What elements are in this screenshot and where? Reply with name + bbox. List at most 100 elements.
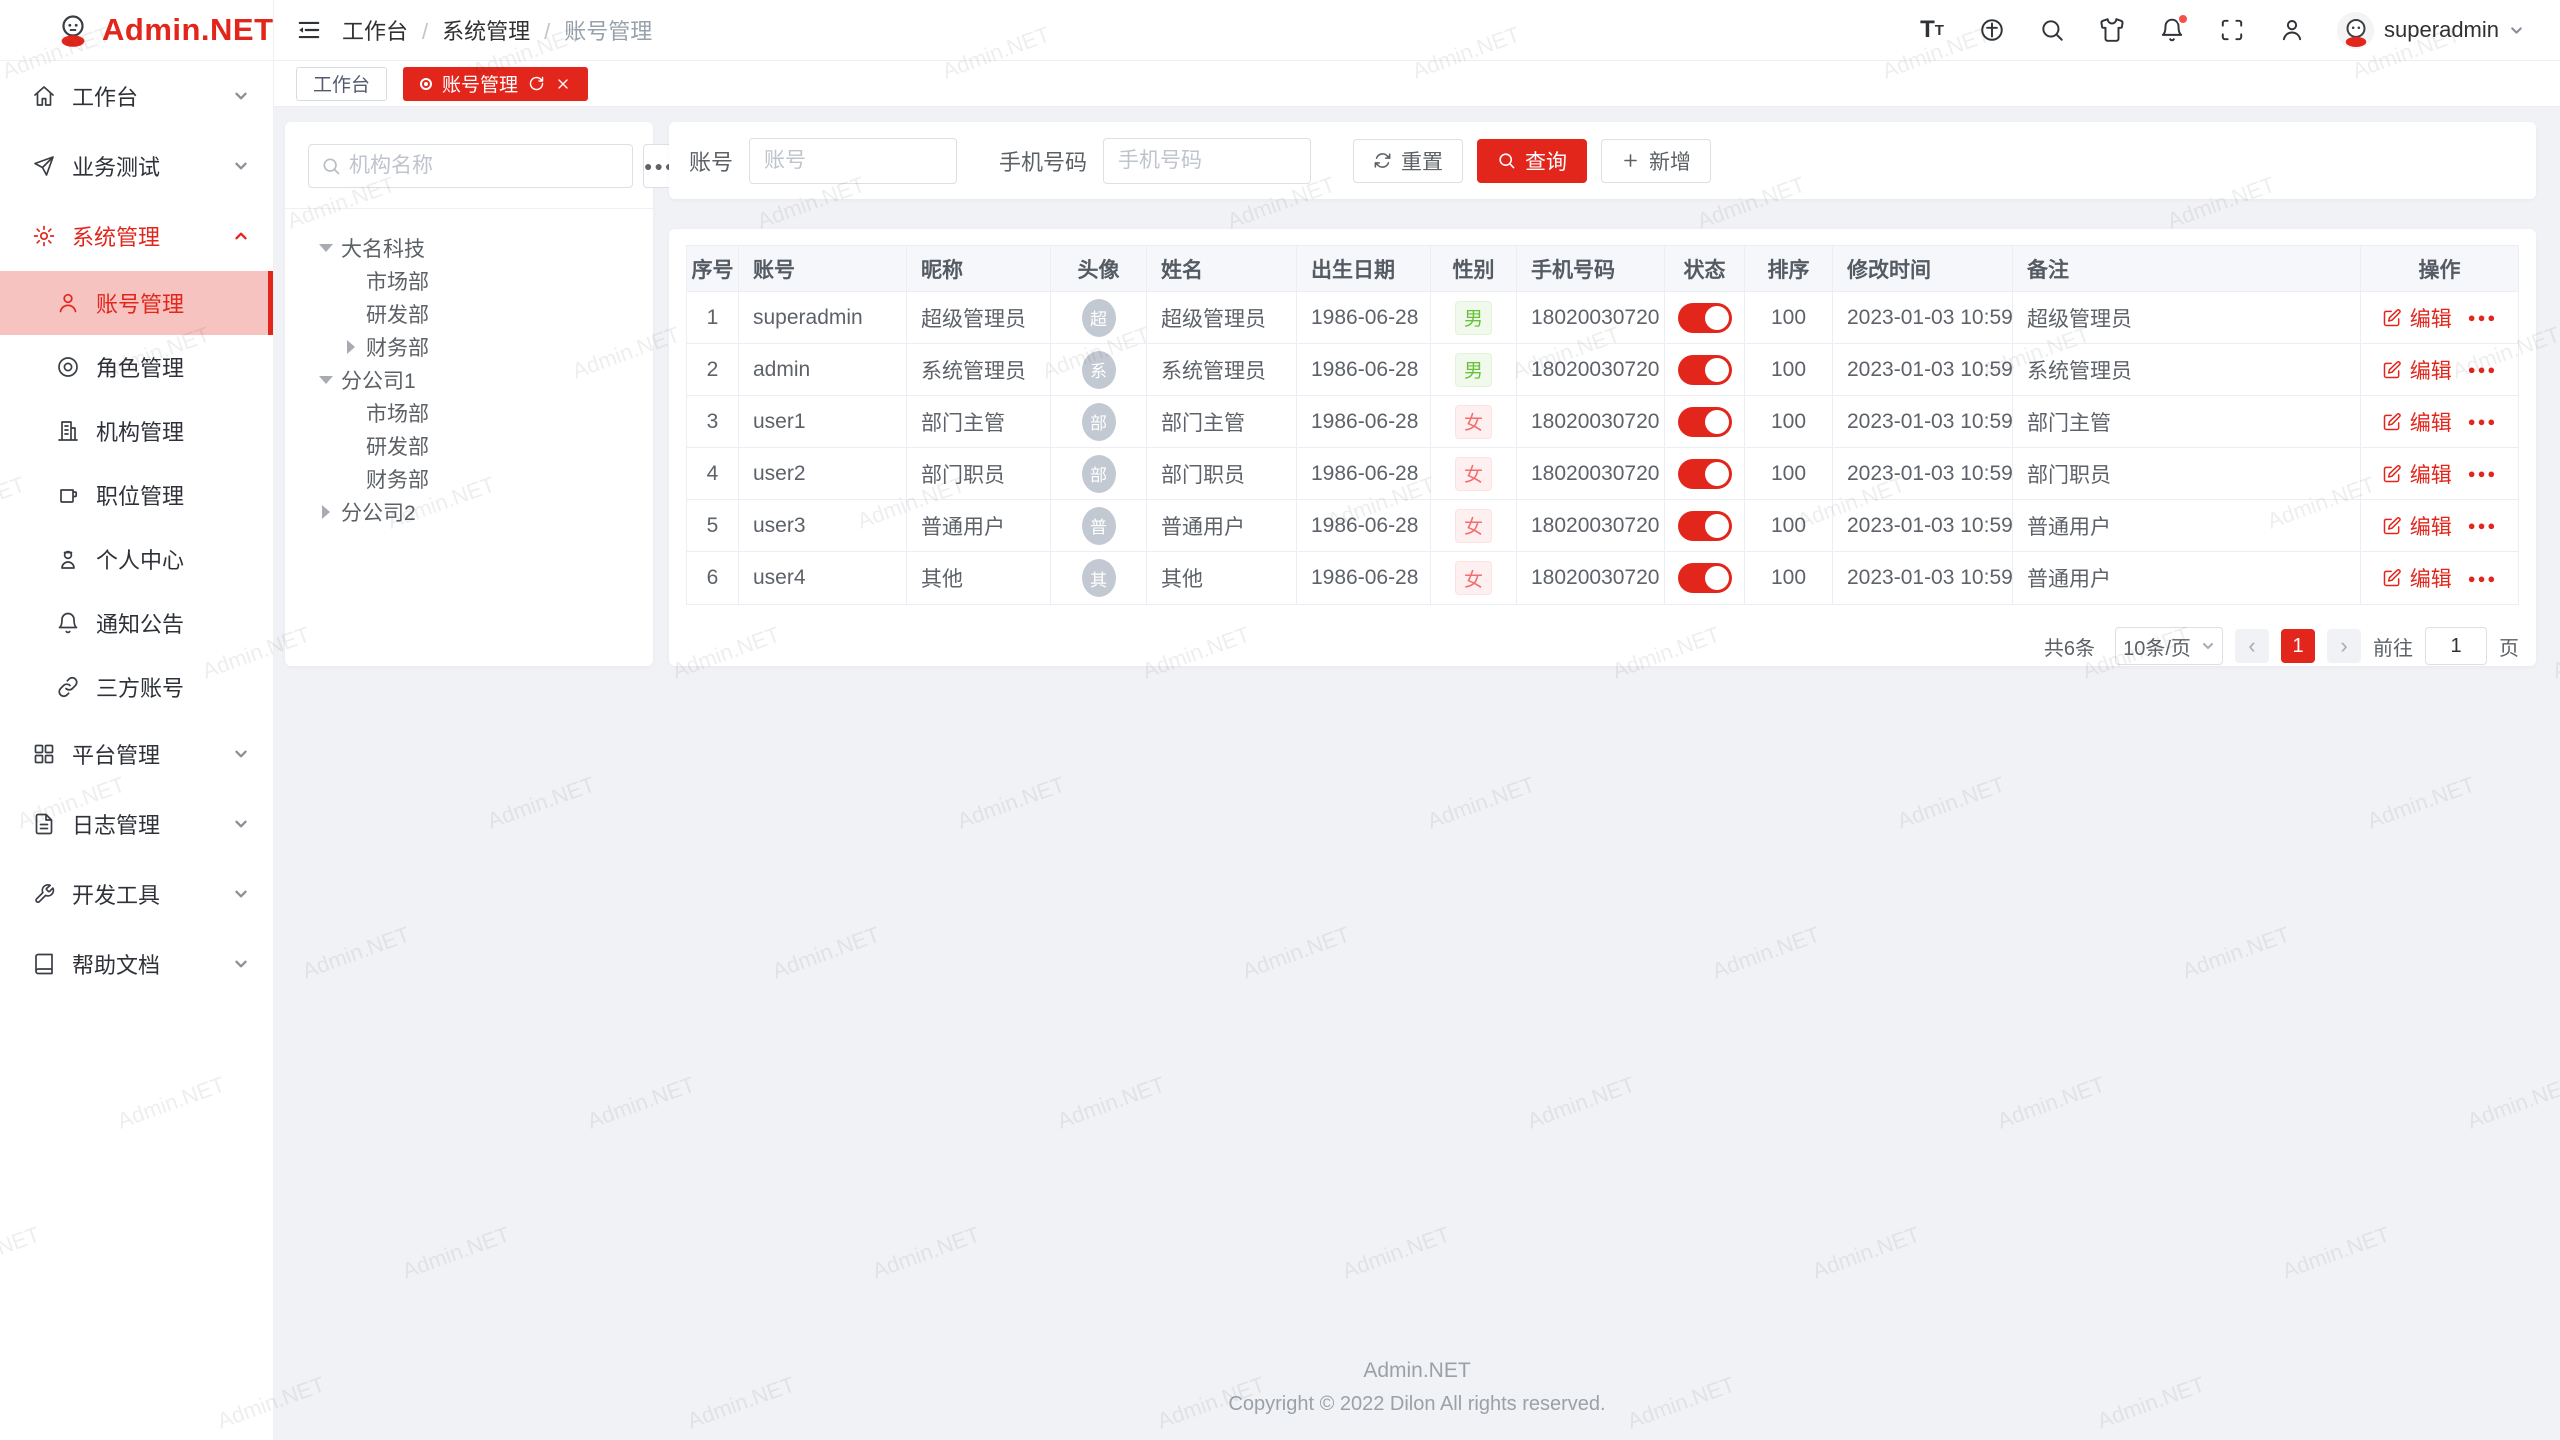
- edit-button-label: 编辑: [2410, 563, 2452, 593]
- log-icon: [32, 812, 56, 836]
- org-tree: 大名科技 市场部 研发部 财务部 分公司1 市场部 研发部 财务部 分公司2: [285, 209, 653, 528]
- sidebar-item-label: 帮助文档: [72, 948, 233, 980]
- sidebar-item-notice[interactable]: 通知公告: [0, 591, 273, 655]
- caret-placeholder: [340, 468, 362, 490]
- status-toggle[interactable]: [1678, 355, 1732, 385]
- column-header: 性别: [1431, 246, 1517, 291]
- caret-down-icon[interactable]: [315, 237, 337, 259]
- refresh-tab-icon[interactable]: [528, 75, 545, 92]
- tree-node[interactable]: 大名科技: [315, 231, 643, 264]
- tree-node[interactable]: 财务部: [315, 462, 643, 495]
- breadcrumb-item[interactable]: 系统管理: [442, 14, 564, 46]
- breadcrumb-item[interactable]: 工作台: [342, 14, 442, 46]
- status-toggle[interactable]: [1678, 303, 1732, 333]
- account-filter-input[interactable]: [749, 138, 957, 184]
- tree-node[interactable]: 研发部: [315, 297, 643, 330]
- cell-birthday: 1986-06-28: [1297, 344, 1431, 395]
- row-more-button[interactable]: ●●●: [2468, 571, 2498, 586]
- status-toggle[interactable]: [1678, 459, 1732, 489]
- add-button[interactable]: 新增: [1601, 139, 1711, 183]
- cell-status: [1665, 396, 1745, 447]
- cell-name: 部门职员: [1147, 448, 1297, 499]
- current-page-button[interactable]: 1: [2281, 629, 2315, 663]
- phone-filter-input[interactable]: [1103, 138, 1311, 184]
- sidebar-item-platform-management[interactable]: 平台管理: [0, 719, 273, 789]
- cell-account: user2: [739, 448, 907, 499]
- avatar: 超: [1082, 299, 1116, 337]
- collapse-sidebar-icon[interactable]: [296, 17, 322, 43]
- edit-button[interactable]: 编辑: [2382, 355, 2452, 385]
- row-more-button[interactable]: ●●●: [2468, 414, 2498, 429]
- cell-avatar: 部: [1051, 396, 1147, 447]
- sidebar-item-log-management[interactable]: 日志管理: [0, 789, 273, 859]
- avatar: 部: [1082, 403, 1116, 441]
- user-icon: [56, 291, 80, 315]
- user-menu[interactable]: superadmin: [2337, 12, 2524, 49]
- caret-down-icon[interactable]: [315, 369, 337, 391]
- sidebar-item-profile-center[interactable]: 个人中心: [0, 527, 273, 591]
- tree-node-label: 财务部: [366, 464, 429, 494]
- sidebar-item-workbench[interactable]: 工作台: [0, 61, 273, 131]
- tree-node[interactable]: 分公司2: [315, 495, 643, 528]
- sidebar-item-role-management[interactable]: 角色管理: [0, 335, 273, 399]
- status-toggle[interactable]: [1678, 511, 1732, 541]
- tree-node[interactable]: 分公司1: [315, 363, 643, 396]
- font-size-icon[interactable]: TT: [1917, 15, 1947, 45]
- language-icon[interactable]: [1977, 15, 2007, 45]
- prev-page-button[interactable]: ‹: [2235, 629, 2269, 663]
- search-icon[interactable]: [2037, 15, 2067, 45]
- header-actions: TT superadmin: [1917, 12, 2524, 49]
- notification-bell-icon[interactable]: [2157, 15, 2187, 45]
- search-button[interactable]: 查询: [1477, 139, 1587, 183]
- person-icon[interactable]: [2277, 15, 2307, 45]
- cell-order: 100: [1745, 552, 1833, 604]
- edit-button[interactable]: 编辑: [2382, 459, 2452, 489]
- sidebar-item-org-management[interactable]: 机构管理: [0, 399, 273, 463]
- caret-right-icon[interactable]: [315, 501, 337, 523]
- tab-workbench[interactable]: 工作台: [296, 67, 387, 101]
- cell-remark: 部门职员: [2013, 448, 2361, 499]
- caret-right-icon[interactable]: [340, 336, 362, 358]
- edit-button[interactable]: 编辑: [2382, 563, 2452, 593]
- tree-node-label: 研发部: [366, 299, 429, 329]
- gender-tag: 女: [1455, 405, 1492, 439]
- tree-node[interactable]: 财务部: [315, 330, 643, 363]
- row-more-button[interactable]: ●●●: [2468, 466, 2498, 481]
- row-more-button[interactable]: ●●●: [2468, 518, 2498, 533]
- org-search-input[interactable]: [349, 154, 620, 178]
- caret-placeholder: [340, 435, 362, 457]
- sidebar-item-business-test[interactable]: 业务测试: [0, 131, 273, 201]
- edit-button[interactable]: 编辑: [2382, 303, 2452, 333]
- sidebar-item-help-docs[interactable]: 帮助文档: [0, 929, 273, 999]
- page-size-select[interactable]: 10条/页: [2115, 627, 2223, 665]
- cell-gender: 女: [1431, 500, 1517, 551]
- reset-button[interactable]: 重置: [1353, 139, 1463, 183]
- close-tab-icon[interactable]: [555, 76, 571, 92]
- status-toggle[interactable]: [1678, 563, 1732, 593]
- edit-button[interactable]: 编辑: [2382, 407, 2452, 437]
- tree-node[interactable]: 市场部: [315, 396, 643, 429]
- status-toggle[interactable]: [1678, 407, 1732, 437]
- page-content: ●●● 大名科技 市场部 研发部 财务部 分公司1 市场部 研发部 财务部 分公…: [274, 107, 2560, 1440]
- row-more-button[interactable]: ●●●: [2468, 310, 2498, 325]
- sidebar-item-third-party-account[interactable]: 三方账号: [0, 655, 273, 719]
- theme-shirt-icon[interactable]: [2097, 15, 2127, 45]
- toggle-knob: [1705, 306, 1729, 330]
- cell-gender: 男: [1431, 344, 1517, 395]
- tree-node[interactable]: 市场部: [315, 264, 643, 297]
- sidebar-item-label: 三方账号: [96, 671, 249, 703]
- row-more-button[interactable]: ●●●: [2468, 362, 2498, 377]
- sidebar-item-dev-tools[interactable]: 开发工具: [0, 859, 273, 929]
- column-header: 手机号码: [1517, 246, 1665, 291]
- edit-button[interactable]: 编辑: [2382, 511, 2452, 541]
- sidebar-item-system-management[interactable]: 系统管理: [0, 201, 273, 271]
- tab-account-management[interactable]: 账号管理: [403, 67, 588, 101]
- goto-page-input[interactable]: [2425, 627, 2487, 665]
- tree-node[interactable]: 研发部: [315, 429, 643, 462]
- tree-node-label: 财务部: [366, 332, 429, 362]
- next-page-button[interactable]: ›: [2327, 629, 2361, 663]
- fullscreen-icon[interactable]: [2217, 15, 2247, 45]
- sidebar-item-account-management[interactable]: 账号管理: [0, 271, 273, 335]
- logo[interactable]: Admin.NET: [0, 0, 273, 61]
- sidebar-item-position-management[interactable]: 职位管理: [0, 463, 273, 527]
